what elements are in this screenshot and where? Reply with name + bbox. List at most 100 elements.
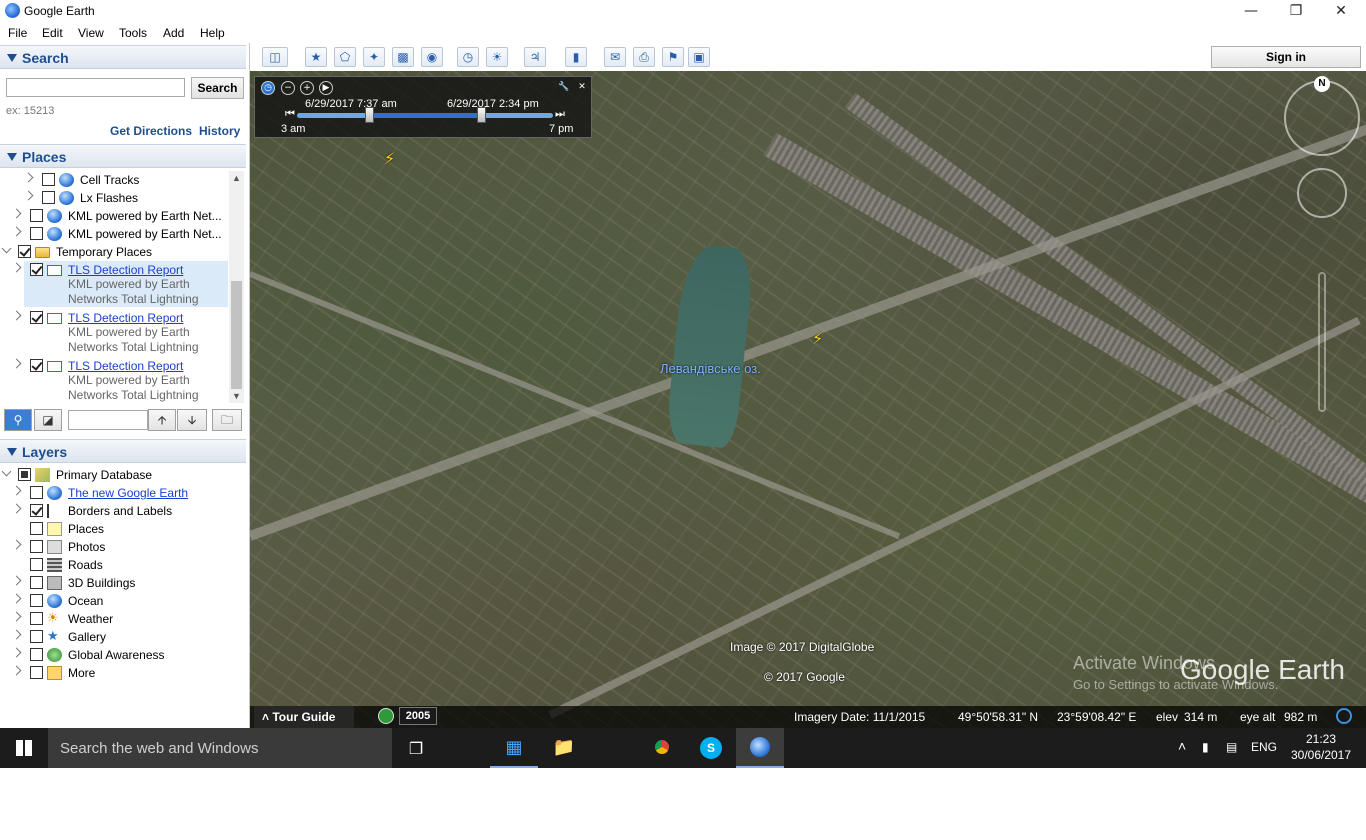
get-directions-link[interactable]: Get Directions [110, 124, 192, 138]
menu-add[interactable]: Add [163, 26, 184, 40]
clock-icon[interactable]: ◷ [261, 81, 275, 95]
layer-new-google-earth[interactable]: The new Google Earth [0, 484, 228, 502]
checkbox[interactable] [42, 191, 55, 204]
expand-icon[interactable] [23, 172, 34, 183]
taskbar-app-chart[interactable]: ▦ [490, 728, 538, 768]
skype-icon[interactable]: S [687, 728, 735, 768]
layer-photos[interactable]: Photos [0, 538, 228, 556]
places-scrollbar[interactable]: ▲ ▼ [229, 171, 244, 403]
move-up-icon[interactable]: 🡩 [148, 409, 176, 431]
expand-icon[interactable] [11, 539, 22, 550]
tree-item-temporary-places[interactable]: Temporary Places [0, 243, 228, 261]
layer-ocean[interactable]: Ocean [0, 592, 228, 610]
checkbox[interactable] [30, 504, 43, 517]
checkbox[interactable] [30, 630, 43, 643]
tree-item-cell-tracks[interactable]: Cell Tracks [0, 171, 228, 189]
layers-panel-header[interactable]: Layers [0, 439, 246, 463]
checkbox[interactable] [30, 594, 43, 607]
scroll-up-icon[interactable]: ▲ [232, 173, 241, 183]
expand-icon[interactable] [11, 629, 22, 640]
menu-view[interactable]: View [78, 26, 104, 40]
layer-roads[interactable]: Roads [0, 556, 228, 574]
expand-icon[interactable] [11, 593, 22, 604]
tree-item-link[interactable]: TLS Detection Report [68, 311, 183, 325]
expand-icon[interactable] [11, 485, 22, 496]
layer-places[interactable]: Places [0, 520, 228, 538]
checkbox[interactable] [30, 263, 43, 276]
checkbox[interactable] [30, 209, 43, 222]
record-tour-icon[interactable]: ◉ [421, 47, 443, 67]
planets-icon[interactable]: ♃ [524, 47, 546, 67]
restore-button[interactable]: ❐ [1273, 0, 1319, 22]
language-indicator[interactable]: ENG [1251, 740, 1277, 754]
move-down-icon[interactable]: 🡫 [177, 409, 207, 431]
historical-year[interactable]: 2005 [399, 707, 437, 725]
chrome-icon[interactable] [638, 728, 686, 768]
layer-more[interactable]: More [0, 664, 228, 682]
checkbox[interactable] [30, 227, 43, 240]
battery-icon[interactable]: ▮ [1202, 740, 1209, 754]
checkbox[interactable] [30, 576, 43, 589]
network-icon[interactable]: ▤ [1226, 740, 1237, 754]
panel-toggle-icon[interactable]: ◪ [34, 409, 62, 431]
ruler-icon[interactable]: ▮ [565, 47, 587, 67]
tray-chevron-up-icon[interactable]: ˄ [1178, 738, 1186, 754]
expand-icon[interactable] [11, 208, 22, 219]
lightning-bolt-icon[interactable]: ⚡ [384, 149, 395, 168]
expand-icon[interactable] [11, 310, 22, 321]
tree-item-link[interactable]: TLS Detection Report [68, 263, 183, 277]
task-view-icon[interactable]: ❐ [392, 728, 440, 768]
close-time-icon[interactable]: ✕ [575, 81, 589, 95]
map-place-label[interactable]: Левандівське оз. [660, 361, 761, 376]
collapse-icon[interactable] [1, 466, 12, 477]
menu-edit[interactable]: Edit [42, 26, 63, 40]
email-icon[interactable]: ✉ [604, 47, 626, 67]
places-filter-input[interactable] [68, 410, 148, 430]
checkbox[interactable] [30, 612, 43, 625]
checkbox[interactable] [18, 245, 31, 258]
layer-primary-database[interactable]: Primary Database [0, 466, 228, 484]
add-polygon-icon[interactable]: ⬠ [334, 47, 356, 67]
layer-borders-labels[interactable]: Borders and Labels [0, 502, 228, 520]
expand-icon[interactable] [11, 647, 22, 658]
search-input[interactable] [6, 78, 185, 97]
expand-icon[interactable] [11, 262, 22, 273]
layer-weather[interactable]: ☀ Weather [0, 610, 228, 628]
checkbox[interactable] [30, 540, 43, 553]
historical-imagery-icon[interactable]: ◷ [457, 47, 479, 67]
time-end-handle[interactable] [477, 107, 487, 123]
checkbox[interactable] [30, 666, 43, 679]
sunlight-icon[interactable]: ☀ [486, 47, 508, 67]
view-in-maps-icon[interactable]: ⚑ [662, 47, 684, 67]
minimize-button[interactable]: — [1228, 0, 1274, 22]
checkbox[interactable] [30, 311, 43, 324]
print-icon[interactable]: ⎙ [633, 47, 655, 67]
layer-3d-buildings[interactable]: 3D Buildings [0, 574, 228, 592]
tree-item-link[interactable]: TLS Detection Report [68, 359, 183, 373]
checkbox[interactable] [42, 173, 55, 186]
save-image-icon[interactable]: ▣ [688, 47, 710, 67]
expand-icon[interactable] [11, 611, 22, 622]
history-link[interactable]: History [199, 124, 240, 138]
clock[interactable]: 21:23 30/06/2017 [1290, 731, 1352, 763]
sidebar-toggle-icon[interactable]: ◫ [262, 47, 288, 67]
add-path-icon[interactable]: ✦ [363, 47, 385, 67]
scroll-thumb[interactable] [231, 281, 242, 389]
expand-icon[interactable] [11, 358, 22, 369]
google-earth-taskbar-icon[interactable] [736, 728, 784, 768]
search-button[interactable]: Search [191, 77, 244, 99]
time-track[interactable] [297, 113, 553, 118]
checkbox[interactable] [30, 558, 43, 571]
checkbox[interactable] [30, 522, 43, 535]
add-placemark-icon[interactable]: ★ [305, 47, 327, 67]
wrench-icon[interactable]: 🔧 [557, 81, 571, 95]
search-panel-header[interactable]: Search [0, 45, 246, 69]
compass-north[interactable]: N [1314, 76, 1330, 92]
layer-gallery[interactable]: ★ Gallery [0, 628, 228, 646]
file-explorer-icon[interactable]: 📁 [540, 728, 588, 768]
checkbox[interactable] [18, 468, 31, 481]
layer-global-awareness[interactable]: Global Awareness [0, 646, 228, 664]
step-back-icon[interactable]: ⏮ [285, 108, 295, 121]
earth-map-view[interactable]: Левандівське оз. ⚡ ⚡ Image © 2017 Digita… [250, 71, 1366, 728]
close-button[interactable]: ✕ [1318, 0, 1364, 22]
